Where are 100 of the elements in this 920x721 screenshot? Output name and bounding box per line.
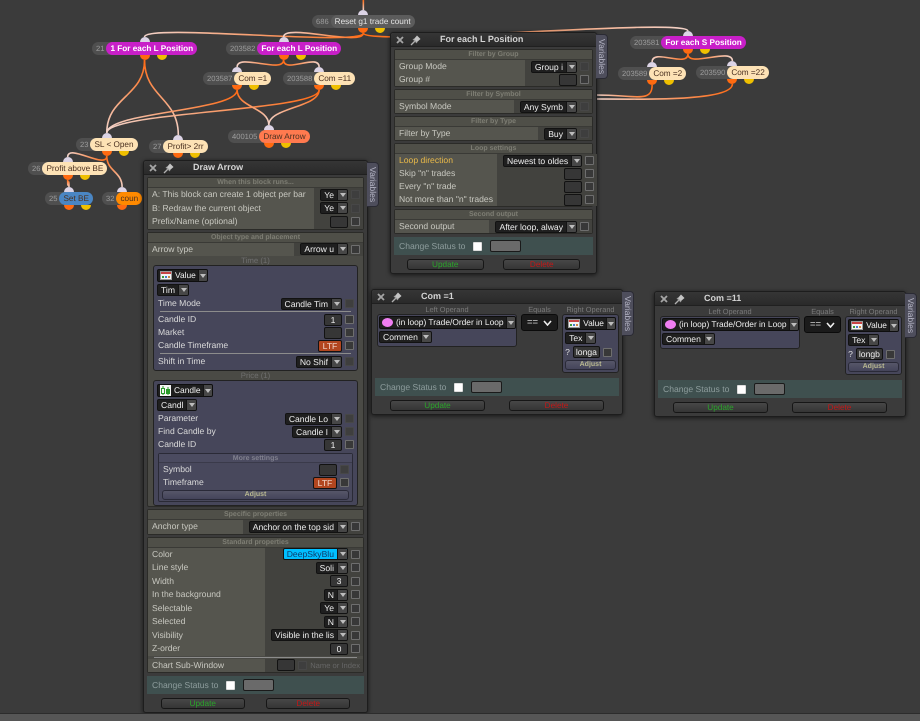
dropdown[interactable]: After loop, alway <box>495 220 577 232</box>
dropdown[interactable]: Buy <box>544 128 577 140</box>
output-port-icon[interactable] <box>744 79 754 84</box>
color-dropdown[interactable]: DeepSkyBlu <box>282 548 348 560</box>
checkbox[interactable] <box>345 315 354 324</box>
output-port-icon[interactable] <box>80 175 90 180</box>
checkbox[interactable] <box>351 563 360 572</box>
input-port-icon[interactable] <box>140 37 150 42</box>
dropdown[interactable]: Candle Tim <box>280 298 342 310</box>
output-port-icon[interactable] <box>375 28 386 33</box>
output-port-icon[interactable] <box>727 79 738 84</box>
close-icon[interactable] <box>377 292 385 300</box>
input-field[interactable]: longa <box>572 346 600 358</box>
input-port-icon[interactable] <box>173 135 184 140</box>
node-label[interactable]: Com =1 <box>234 72 272 85</box>
dropdown[interactable]: Visible in the lis <box>270 629 348 642</box>
input-field[interactable]: 1 <box>324 438 342 450</box>
input-port-icon[interactable] <box>62 157 73 162</box>
input-field[interactable]: 0 <box>330 642 348 655</box>
dropdown[interactable]: Any Symb <box>520 100 577 112</box>
dropdown[interactable]: N <box>324 616 348 628</box>
checkbox[interactable] <box>351 550 360 559</box>
output-port-icon[interactable] <box>118 151 129 156</box>
input-field[interactable] <box>559 74 577 86</box>
input-port-icon[interactable] <box>64 187 74 192</box>
dropdown[interactable]: Arrow u <box>300 243 348 256</box>
input-field[interactable] <box>277 659 296 672</box>
value-picker[interactable]: Value <box>848 319 899 332</box>
checkbox[interactable] <box>585 182 594 191</box>
output-port-icon[interactable] <box>80 205 91 210</box>
value-picker[interactable]: Value <box>157 269 208 282</box>
dropdown[interactable]: Ye <box>320 602 348 614</box>
node-label[interactable]: coun <box>116 192 142 205</box>
status-field[interactable] <box>471 381 502 393</box>
node-label[interactable]: For each S Position <box>661 36 746 49</box>
checkbox[interactable] <box>345 341 354 350</box>
close-icon[interactable] <box>660 294 668 302</box>
candle-picker[interactable]: Candle <box>157 384 213 397</box>
output-port-icon[interactable] <box>296 55 306 60</box>
output-port-icon[interactable] <box>264 143 274 148</box>
dropdown[interactable]: Candle Lo <box>284 412 342 424</box>
node-label[interactable]: Profit above BE <box>42 162 108 175</box>
dropdown[interactable]: Ye <box>320 188 348 201</box>
input-port-icon[interactable] <box>232 67 242 72</box>
pin-icon[interactable] <box>410 34 422 46</box>
output-port-icon[interactable] <box>664 80 674 85</box>
output-port-icon[interactable] <box>102 151 112 156</box>
dropdown[interactable]: Tex <box>848 334 880 346</box>
checkbox[interactable] <box>340 478 349 487</box>
checkbox[interactable] <box>886 350 895 358</box>
input-field[interactable]: 3 <box>330 575 348 588</box>
dropdown[interactable]: No Shif <box>296 356 342 368</box>
input-field[interactable] <box>324 326 342 338</box>
dropdown[interactable]: Candl <box>157 399 198 411</box>
output-port-icon[interactable] <box>358 28 368 33</box>
dropdown[interactable]: Anchor on the top sid <box>248 520 348 533</box>
checkbox[interactable] <box>351 617 360 626</box>
output-port-icon[interactable] <box>249 85 260 90</box>
pin-icon[interactable] <box>391 290 403 302</box>
input-port-icon[interactable] <box>647 62 658 67</box>
input-field[interactable] <box>319 464 337 476</box>
variables-tab[interactable]: Variables <box>905 293 917 338</box>
status-field[interactable] <box>490 240 522 252</box>
input-port-icon[interactable] <box>314 67 324 72</box>
status-field[interactable] <box>243 679 274 691</box>
checkbox[interactable] <box>351 217 360 226</box>
dropdown[interactable]: Tim <box>157 284 189 296</box>
node-label[interactable]: SL < Open <box>90 138 138 151</box>
dropdown[interactable]: N <box>324 588 348 601</box>
status-field[interactable] <box>754 383 786 395</box>
value-picker[interactable]: Value <box>565 317 616 330</box>
dropdown[interactable]: Commen <box>379 331 432 343</box>
checkbox[interactable] <box>351 630 360 640</box>
checkbox[interactable] <box>585 156 594 165</box>
output-port-icon[interactable] <box>314 85 324 90</box>
input-port-icon[interactable] <box>278 37 289 42</box>
checkbox[interactable] <box>602 348 612 356</box>
checkbox[interactable] <box>351 244 360 254</box>
node-label[interactable]: Com =22 <box>727 66 769 79</box>
node-label[interactable]: Com =11 <box>314 72 356 85</box>
timeframe-field[interactable]: LTF <box>313 476 337 488</box>
source-picker[interactable]: (in loop) Trade/Order in Loop <box>662 318 799 331</box>
node-label[interactable]: Com =2 <box>649 67 686 80</box>
checkbox[interactable] <box>580 222 589 231</box>
dropdown[interactable]: Commen <box>662 333 715 345</box>
dropdown[interactable]: Newest to oldes <box>503 154 582 166</box>
checkbox[interactable] <box>351 590 360 600</box>
checkbox[interactable] <box>580 75 589 84</box>
checkbox[interactable] <box>351 604 360 613</box>
input-field[interactable] <box>330 216 348 228</box>
dropdown[interactable]: Ye <box>320 202 348 214</box>
output-port-icon[interactable] <box>64 205 74 210</box>
checkbox[interactable] <box>351 644 360 654</box>
output-port-icon[interactable] <box>647 80 658 85</box>
output-port-icon[interactable] <box>190 153 200 158</box>
input-field[interactable] <box>564 194 582 206</box>
input-field[interactable]: 1 <box>324 314 342 326</box>
input-field[interactable] <box>564 168 582 180</box>
output-port-icon[interactable] <box>278 55 289 60</box>
checkbox[interactable] <box>345 440 354 449</box>
